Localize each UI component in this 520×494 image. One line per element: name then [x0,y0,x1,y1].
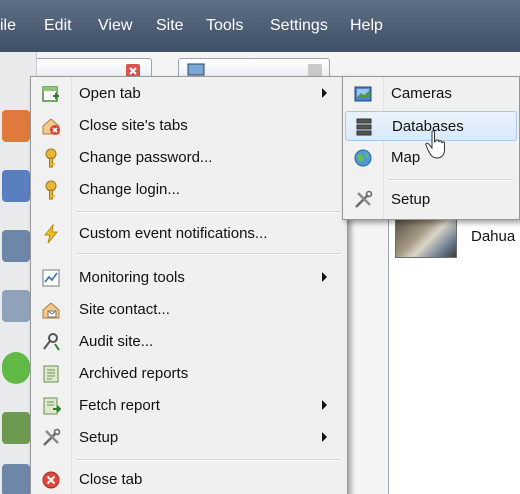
audit-icon [43,333,60,351]
menu-edit[interactable]: Edit [44,17,72,35]
menu-item-close-tab[interactable]: Close tab [33,465,345,494]
submenu-arrow-icon [322,88,327,98]
menu-tools[interactable]: Tools [206,17,243,35]
globe-icon [354,149,372,167]
report-icon [43,365,59,383]
camera-icon[interactable] [2,230,30,262]
menu-help[interactable]: Help [350,17,383,35]
submenu-arrow-icon [322,272,327,282]
list-icon[interactable] [2,290,30,322]
database-icon [356,118,372,136]
menu-separator [389,179,513,181]
user-icon[interactable] [2,170,30,202]
menu-file[interactable]: ile [0,17,16,35]
tools-icon [43,428,61,446]
menu-item-setup[interactable]: Setup [33,423,345,453]
chart-icon [42,269,60,287]
submenu-item-cameras[interactable]: Cameras [345,79,517,109]
lightning-icon [43,224,59,244]
menu-item-custom-event-notifications[interactable]: Custom event notifications... [33,219,345,249]
tools-icon [355,190,373,208]
menu-item-archived-reports[interactable]: Archived reports [33,359,345,389]
menu-separator [77,253,341,255]
close-icon [42,471,60,489]
film-icon[interactable] [2,412,30,444]
menu-separator [77,211,341,213]
key-icon [45,180,57,200]
home-icon[interactable] [2,110,30,142]
menu-item-change-password[interactable]: Change password... [33,143,345,173]
camera-icon [354,86,372,102]
menu-view[interactable]: View [98,17,132,35]
close-tabs-icon [42,118,60,135]
application-window: ile Edit View Site Tools Settings Help D… [0,0,520,494]
camera-name: Dahua [471,228,516,245]
play-icon[interactable] [2,352,30,384]
site-context-menu: Open tab Close site's tabs Change passwo… [30,76,348,494]
submenu-arrow-icon [322,432,327,442]
key-icon [45,148,57,168]
menu-settings[interactable]: Settings [270,17,328,35]
menu-item-change-login[interactable]: Change login... [33,175,345,205]
fetch-report-icon [43,397,61,415]
menu-item-close-sites-tabs[interactable]: Close site's tabs [33,111,345,141]
menu-site[interactable]: Site [156,17,184,35]
contact-icon [42,302,60,319]
menu-bar: ile Edit View Site Tools Settings Help [0,0,520,52]
menu-item-fetch-report[interactable]: Fetch report [33,391,345,421]
menu-item-open-tab[interactable]: Open tab [33,79,345,109]
list-item[interactable]: Dahua [395,218,520,260]
menu-item-site-contact[interactable]: Site contact... [33,295,345,325]
submenu-item-setup[interactable]: Setup [345,185,517,215]
menu-item-monitoring-tools[interactable]: Monitoring tools [33,263,345,293]
new-tab-icon [42,86,59,102]
camera-list-panel: Dahua [388,200,520,494]
camera-icon[interactable] [2,464,30,494]
menu-item-audit-site[interactable]: Audit site... [33,327,345,357]
mouse-cursor-icon [425,130,445,159]
camera-thumbnail [395,218,457,258]
menu-separator [77,459,341,461]
submenu-arrow-icon [322,400,327,410]
